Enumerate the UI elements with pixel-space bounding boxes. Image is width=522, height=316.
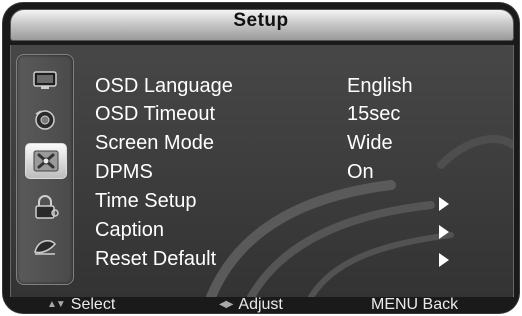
adjust-hint: ◀▶ Adjust	[219, 295, 283, 313]
up-down-arrows-icon: ▲▼	[47, 299, 66, 310]
menu-item-reset-default[interactable]: Reset Default	[95, 247, 216, 271]
time-setup-arrow-icon[interactable]	[439, 197, 449, 211]
lock-icon[interactable]	[31, 195, 59, 221]
reset-default-arrow-icon[interactable]	[439, 253, 449, 267]
page-title: Setup	[233, 10, 289, 31]
select-hint-label: Select	[70, 296, 116, 313]
menu-header: Setup	[3, 3, 519, 44]
caption-arrow-icon[interactable]	[439, 225, 449, 239]
menu-item-osd-language[interactable]: OSD Language	[95, 74, 233, 98]
menu-back-hint: MENU Back	[371, 296, 459, 313]
screen-mode-value[interactable]: Wide	[347, 131, 393, 155]
menu-item-caption[interactable]: Caption	[95, 218, 164, 242]
menu-item-dpms[interactable]: DPMS	[95, 160, 153, 184]
picture-icon[interactable]	[31, 67, 59, 93]
menu-item-screen-mode[interactable]: Screen Mode	[95, 131, 214, 155]
menu-item-time-setup[interactable]: Time Setup	[95, 189, 197, 213]
setup-icon[interactable]	[25, 143, 67, 179]
menu-category-sidebar	[16, 54, 74, 285]
background-swirl-decoration	[206, 135, 513, 297]
dpms-value[interactable]: On	[347, 160, 374, 184]
channel-icon[interactable]	[31, 233, 59, 259]
footer-hints: ▲▼ Select ◀▶ Adjust MENU Back	[3, 295, 519, 313]
menu-body: OSD Language English OSD Timeout 15sec S…	[10, 45, 514, 297]
osd-timeout-value[interactable]: 15sec	[347, 102, 400, 126]
adjust-hint-label: Adjust	[238, 296, 283, 313]
sound-icon[interactable]	[31, 107, 59, 133]
menu-item-osd-timeout[interactable]: OSD Timeout	[95, 102, 215, 126]
osd-menu: Setup OSD Language English OSD Timeout 1…	[3, 3, 519, 313]
select-hint: ▲▼ Select	[47, 295, 115, 313]
osd-language-value[interactable]: English	[347, 74, 413, 98]
left-right-arrows-icon: ◀▶	[219, 299, 233, 310]
